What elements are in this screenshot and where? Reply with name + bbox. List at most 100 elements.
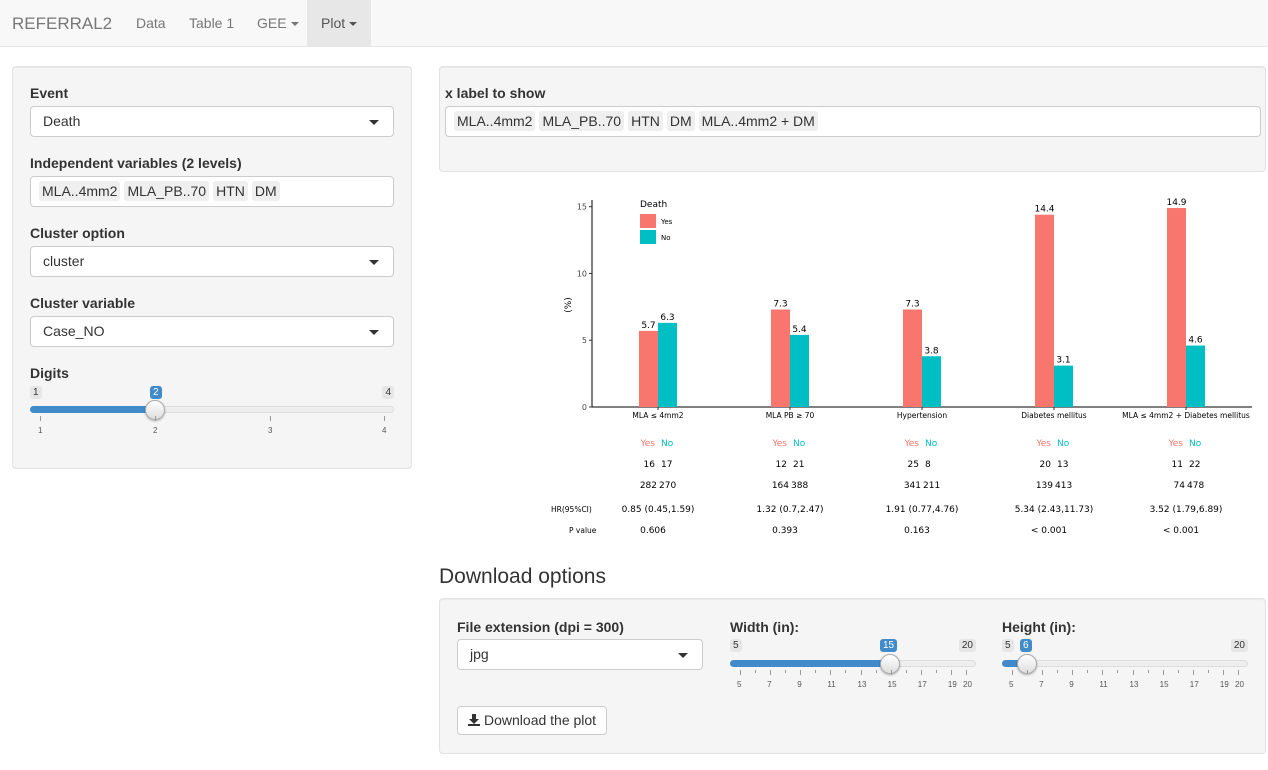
bar-chart-plot: 0 5 10 15 (%) 5.7 6.3 MLA ≤ 4mm2 Yes No 16 17 282 270… — [551, 198, 1252, 536]
table-events-yes: 20 — [1040, 460, 1052, 470]
width-slider[interactable]: 5 20 15 5 7 9 11 13 15 17 19 20 — [730, 639, 976, 691]
xlabel-chip[interactable]: HTN — [628, 111, 663, 131]
cluster-option-label: Cluster option — [30, 225, 125, 241]
hr-row-label: HR(95%CI) — [551, 505, 592, 514]
table-hr: 3.52 (1.79,6.89) — [1150, 505, 1223, 515]
digits-slider-fill — [30, 406, 155, 413]
slider-tick — [1087, 670, 1089, 673]
table-total-yes: 164 — [772, 481, 789, 491]
nav-tab-data[interactable]: Data — [122, 0, 180, 46]
x-tick-label: Hypertension — [897, 411, 947, 420]
indep-vars-input[interactable]: MLA..4mm2 MLA_PB..70 HTN DM — [30, 176, 394, 207]
bar-value-label-yes: 7.3 — [773, 300, 787, 310]
legend-label-yes: Yes — [660, 218, 673, 226]
width-min: 5 — [730, 639, 742, 652]
slider-tick — [1207, 670, 1209, 673]
x-tick-label: MLA PB ≥ 70 — [766, 411, 815, 420]
event-select-value: Death — [43, 113, 81, 129]
slider-tick — [890, 670, 892, 675]
dropdown-arrow-icon — [369, 330, 379, 335]
table-total-no: 270 — [659, 481, 676, 491]
table-header-yes: Yes — [639, 439, 655, 449]
slider-tick — [845, 670, 847, 673]
file-extension-select[interactable]: jpg — [457, 639, 703, 670]
table-header-yes: Yes — [1035, 439, 1051, 449]
digits-value: 2 — [150, 386, 162, 399]
file-extension-label: File extension (dpi = 300) — [457, 619, 624, 635]
bar-value-label-no: 6.3 — [660, 313, 674, 323]
slider-tick — [755, 670, 757, 673]
slider-tick — [1132, 670, 1134, 675]
bar-value-label-no: 3.8 — [924, 346, 939, 356]
slider-tick — [384, 416, 385, 421]
height-slider[interactable]: 5 20 6 5 7 9 11 13 15 17 19 20 — [1002, 639, 1248, 691]
width-value: 15 — [880, 639, 898, 652]
indep-var-chip[interactable]: HTN — [213, 181, 248, 201]
xlabel-chip[interactable]: MLA..4mm2 + DM — [698, 111, 818, 131]
nav-tab-plot[interactable]: Plot — [307, 0, 372, 46]
table-p-value: < 0.001 — [1163, 526, 1199, 536]
slider-tick-label: 9 — [797, 680, 802, 689]
bar-yes — [1035, 214, 1054, 407]
slider-tick — [1177, 670, 1179, 673]
slider-tick-label: 11 — [827, 680, 836, 689]
nav-tab-table1[interactable]: Table 1 — [175, 0, 248, 46]
slider-tick — [1222, 670, 1224, 675]
y-tick-label: 15 — [577, 203, 587, 212]
cluster-option-select[interactable]: cluster — [30, 246, 394, 277]
nav-tab-label: Data — [136, 15, 166, 31]
xlabel-panel: x label to show MLA..4mm2 MLA_PB..70 HTN DM… — [439, 66, 1266, 172]
slider-tick-label: 17 — [1189, 680, 1199, 689]
table-events-no: 8 — [925, 460, 931, 470]
bar-value-label-yes: 14.9 — [1166, 198, 1186, 208]
slider-tick — [815, 670, 817, 673]
table-hr: 0.85 (0.45,1.59) — [622, 505, 695, 515]
xlabel-chip[interactable]: MLA_PB..70 — [539, 111, 625, 131]
height-max: 20 — [1230, 639, 1248, 652]
slider-tick — [875, 670, 877, 673]
bar-value-label-yes: 5.7 — [641, 321, 655, 331]
slider-tick — [270, 416, 271, 421]
nav-tab-gee[interactable]: GEE — [243, 0, 313, 46]
bar-no — [1186, 345, 1205, 407]
cluster-option-value: cluster — [43, 253, 85, 269]
download-plot-button[interactable]: Download the plot — [457, 706, 608, 735]
xlabel-chip[interactable]: DM — [666, 111, 695, 131]
table-events-yes: 11 — [1172, 460, 1183, 470]
slider-tick-label: 11 — [1099, 680, 1108, 689]
cluster-variable-select[interactable]: Case_NO — [30, 316, 394, 347]
height-slider-track[interactable] — [1002, 660, 1248, 667]
xlabel-chip[interactable]: MLA..4mm2 — [454, 111, 536, 131]
digits-slider[interactable]: 1 4 2 1 2 3 4 — [30, 386, 394, 436]
slider-tick — [1012, 670, 1013, 675]
event-select[interactable]: Death — [30, 106, 394, 137]
legend-title: Death — [640, 200, 667, 210]
slider-tick — [155, 416, 156, 421]
slider-tick — [966, 670, 967, 675]
dropdown-arrow-icon — [369, 120, 379, 125]
x-tick-label: MLA ≤ 4mm2 + Diabetes mellitus — [1122, 411, 1250, 420]
bar-yes — [1167, 208, 1186, 407]
dropdown-arrow-icon — [678, 653, 688, 658]
indep-var-chip[interactable]: MLA_PB..70 — [124, 181, 210, 201]
table-header-no: No — [925, 439, 938, 449]
table-p-value: 0.606 — [640, 526, 666, 536]
table-total-no: 211 — [923, 481, 940, 491]
app-brand[interactable]: REFERRAL2 — [12, 14, 112, 34]
bar-yes — [903, 309, 922, 407]
table-events-yes: 16 — [644, 460, 656, 470]
legend-key-no — [640, 230, 656, 244]
slider-tick — [1042, 670, 1044, 675]
dropdown-arrow-icon — [369, 260, 379, 265]
y-tick-label: 10 — [577, 269, 587, 278]
slider-tick-label: 4 — [382, 426, 387, 435]
xlabel-label: x label to show — [445, 85, 546, 101]
slider-tick — [920, 670, 922, 675]
table-total-yes: 341 — [904, 481, 921, 491]
bar-value-label-yes: 14.4 — [1034, 205, 1054, 215]
indep-var-chip[interactable]: MLA..4mm2 — [39, 181, 121, 201]
xlabel-input[interactable]: MLA..4mm2 MLA_PB..70 HTN DM MLA..4mm2 + DM — [445, 106, 1261, 137]
slider-tick-label: 13 — [1129, 680, 1139, 689]
bar-value-label-no: 4.6 — [1188, 336, 1203, 346]
indep-var-chip[interactable]: DM — [251, 181, 280, 201]
